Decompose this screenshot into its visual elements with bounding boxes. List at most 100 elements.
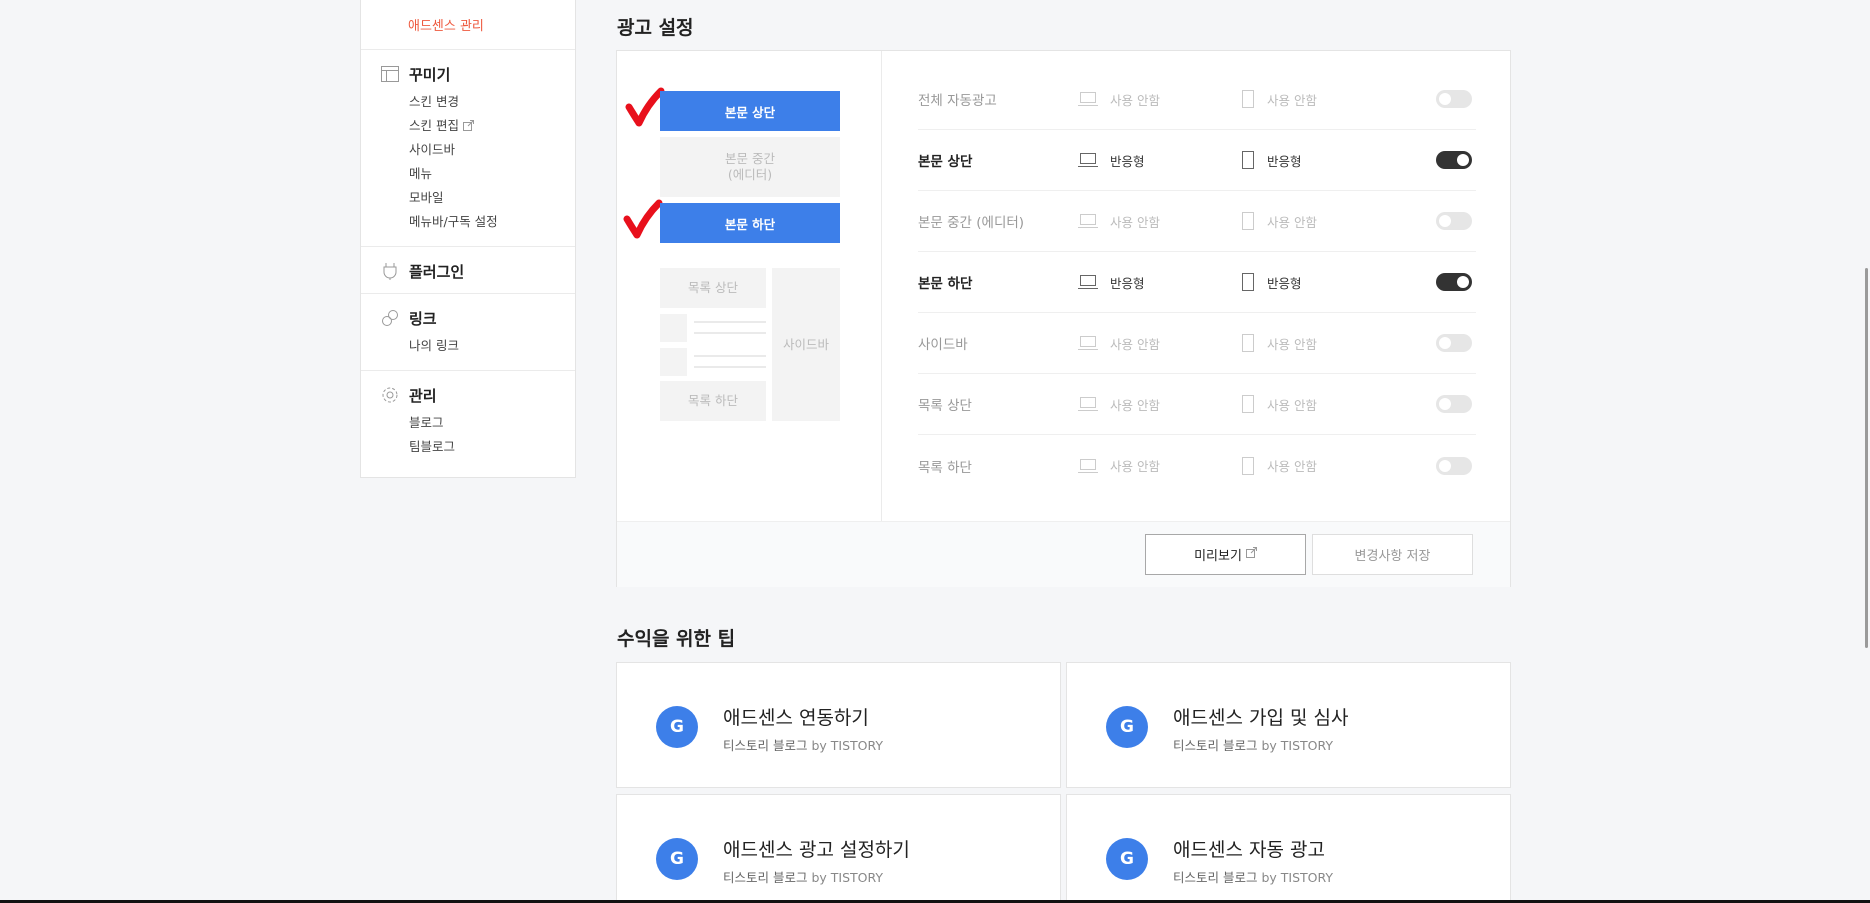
mobile-icon	[1242, 273, 1254, 291]
laptop-icon	[1078, 397, 1098, 411]
sidebar-item-blog[interactable]: 블로그	[409, 411, 575, 435]
ad-row-body-bottom: 본문 하단 반응형 반응형	[918, 252, 1476, 313]
sidebar-item-skin-change[interactable]: 스킨 변경	[409, 90, 575, 114]
sidebar-item-mobile[interactable]: 모바일	[409, 186, 575, 210]
ad-toggle[interactable]	[1436, 395, 1472, 413]
mobile-icon	[1242, 212, 1254, 230]
sidebar-group-title[interactable]: 링크	[409, 308, 437, 329]
sidebar-item-team-blog[interactable]: 팀블로그	[409, 435, 575, 459]
google-logo-icon: G	[1106, 838, 1148, 880]
google-logo-icon: G	[1106, 706, 1148, 748]
ad-toggle[interactable]	[1436, 151, 1472, 169]
mobile-option[interactable]: 사용 안함	[1241, 212, 1404, 231]
tip-source-name: 티스토리 블로그	[1173, 870, 1258, 885]
tip-author: by TISTORY	[811, 870, 884, 885]
mobile-option[interactable]: 사용 안함	[1241, 456, 1404, 475]
sidebar-item-menubar-subscribe[interactable]: 메뉴바/구독 설정	[409, 210, 575, 234]
preview-list-thumb	[660, 348, 687, 376]
google-logo-icon: G	[656, 706, 698, 748]
check-mark-icon	[625, 87, 665, 127]
ad-toggle[interactable]	[1436, 90, 1472, 108]
ad-row-name: 본문 상단	[918, 154, 973, 170]
sidebar-group-title[interactable]: 꾸미기	[409, 64, 450, 85]
ad-row-name: 목록 하단	[918, 459, 972, 476]
ad-settings-title: 광고 설정	[617, 17, 694, 39]
pc-option[interactable]: 사용 안함	[1078, 334, 1241, 353]
pc-option[interactable]: 반응형	[1078, 151, 1241, 170]
ad-row-name: 전체 자동광고	[918, 93, 997, 109]
ad-toggle[interactable]	[1436, 273, 1472, 291]
preview-list-top: 목록 상단	[660, 268, 766, 308]
ad-toggle[interactable]	[1436, 212, 1472, 230]
gear-icon	[381, 386, 399, 404]
layout-icon	[381, 65, 399, 83]
pc-option-label: 사용 안함	[1110, 336, 1160, 352]
tip-source: 티스토리 블로그 by TISTORY	[723, 735, 883, 754]
tip-title: 애드센스 광고 설정하기	[723, 839, 910, 861]
tip-card[interactable]: G 애드센스 가입 및 심사 티스토리 블로그 by TISTORY	[1066, 662, 1511, 788]
tip-author: by TISTORY	[811, 738, 884, 753]
mobile-option[interactable]: 사용 안함	[1241, 395, 1404, 414]
laptop-icon	[1078, 458, 1098, 473]
tip-card[interactable]: G 애드센스 광고 설정하기 티스토리 블로그 by TISTORY	[616, 794, 1061, 903]
pc-option[interactable]: 사용 안함	[1078, 212, 1241, 231]
sidebar-item-skin-edit[interactable]: 스킨 편집	[409, 114, 575, 138]
preview-list-bottom: 목록 하단	[660, 381, 766, 421]
scrollbar-thumb[interactable]	[1865, 268, 1868, 648]
sidebar-group-manage: 관리 블로그 팀블로그	[361, 371, 575, 471]
laptop-icon	[1078, 92, 1098, 106]
external-link-icon	[462, 115, 474, 139]
tip-source-name: 티스토리 블로그	[1173, 738, 1258, 753]
ad-toggle[interactable]	[1436, 334, 1472, 352]
ad-toggle[interactable]	[1436, 456, 1472, 475]
check-mark-icon	[623, 199, 663, 239]
preview-sidebar: 사이드바	[772, 268, 840, 421]
mobile-option-label: 사용 안함	[1267, 397, 1317, 413]
tip-source-name: 티스토리 블로그	[723, 870, 808, 885]
tip-card[interactable]: G 애드센스 연동하기 티스토리 블로그 by TISTORY	[616, 662, 1061, 788]
mobile-option-label: 사용 안함	[1267, 459, 1317, 474]
ad-layout-preview: 본문 상단 본문 중간 (에디터) 본문 하단 목록 상단 목록 하단 사이드바	[617, 51, 882, 521]
preview-list-line	[694, 355, 766, 357]
preview-button[interactable]: 미리보기	[1145, 534, 1306, 575]
mobile-icon	[1242, 334, 1254, 352]
sidebar-item-menu[interactable]: 메뉴	[409, 162, 575, 186]
tip-card[interactable]: G 애드센스 자동 광고 티스토리 블로그 by TISTORY	[1066, 794, 1511, 903]
ad-row-name: 본문 하단	[918, 276, 973, 292]
ad-settings-footer: 미리보기 변경사항 저장	[617, 521, 1510, 587]
sidebar-group-title[interactable]: 플러그인	[409, 261, 464, 282]
sidebar-group-title[interactable]: 관리	[409, 385, 437, 406]
mobile-option[interactable]: 사용 안함	[1241, 334, 1404, 353]
sidebar-item-adsense-manage[interactable]: 애드센스 관리	[408, 19, 484, 34]
mobile-icon	[1242, 395, 1254, 413]
ad-row-list-bottom: 목록 하단 사용 안함 사용 안함	[918, 435, 1476, 496]
mobile-icon	[1242, 456, 1254, 475]
sidebar: 애드센스 관리 꾸미기 스킨 변경 스킨 편집 사이드바 메뉴 모바일 메뉴바/…	[360, 0, 576, 478]
save-changes-button[interactable]: 변경사항 저장	[1312, 534, 1473, 575]
ad-row-body-middle: 본문 중간 (에디터) 사용 안함 사용 안함	[918, 191, 1476, 252]
preview-body-middle-line2: (에디터)	[727, 167, 773, 182]
pc-option[interactable]: 사용 안함	[1078, 395, 1241, 414]
ad-row-name: 본문 중간 (에디터)	[918, 215, 1025, 231]
mobile-icon	[1242, 151, 1254, 169]
pc-option-label: 사용 안함	[1110, 459, 1160, 474]
laptop-icon	[1078, 336, 1098, 350]
sidebar-item-sidebar[interactable]: 사이드바	[409, 138, 575, 162]
tip-source-name: 티스토리 블로그	[723, 738, 808, 753]
sidebar-group-plugin: 플러그인	[361, 247, 575, 294]
ad-row-name: 목록 상단	[918, 398, 972, 414]
pc-option[interactable]: 사용 안함	[1078, 90, 1241, 109]
mobile-option[interactable]: 반응형	[1241, 151, 1404, 170]
tips-title: 수익을 위한 팁	[617, 628, 736, 650]
pc-option[interactable]: 사용 안함	[1078, 456, 1241, 475]
sidebar-item-my-link[interactable]: 나의 링크	[409, 334, 575, 358]
external-link-icon	[1245, 547, 1257, 562]
tip-author: by TISTORY	[1261, 738, 1334, 753]
pc-option[interactable]: 반응형	[1078, 273, 1241, 292]
laptop-icon	[1078, 275, 1098, 289]
mobile-option[interactable]: 반응형	[1241, 273, 1404, 292]
ad-row-list-top: 목록 상단 사용 안함 사용 안함	[918, 374, 1476, 435]
preview-body-top: 본문 상단	[660, 91, 840, 131]
preview-button-label: 미리보기	[1194, 549, 1242, 564]
mobile-option[interactable]: 사용 안함	[1241, 90, 1404, 109]
